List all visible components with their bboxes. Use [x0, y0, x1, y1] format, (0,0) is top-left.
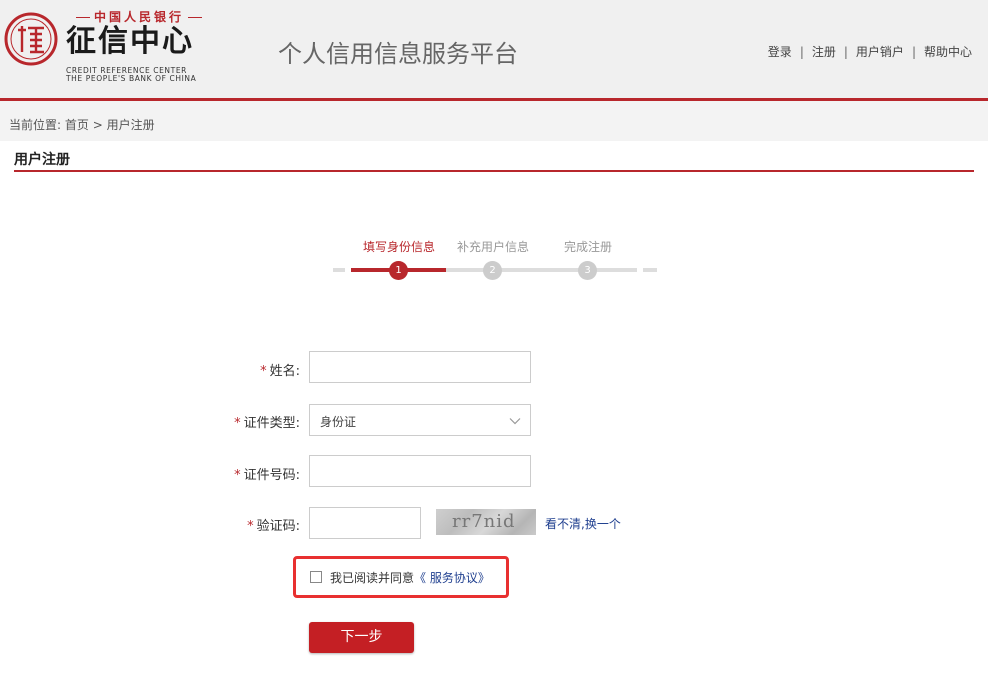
top-nav: 登录 | 注册 | 用户销户 | 帮助中心: [768, 43, 972, 60]
platform-title: 个人信用信息服务平台: [278, 40, 518, 68]
service-agreement-link[interactable]: 《 服务协议》: [414, 571, 490, 585]
breadcrumb: 当前位置: 首页 > 用户注册: [9, 116, 155, 133]
step-2-dot: 2: [483, 261, 502, 280]
captcha-image[interactable]: rr7nid: [436, 509, 536, 535]
agreement-checkbox[interactable]: [310, 571, 322, 583]
step-1-dot: 1: [389, 261, 408, 280]
captcha-label: * 验证码:: [190, 515, 300, 534]
nav-help-link[interactable]: 帮助中心: [924, 43, 972, 60]
nav-login-link[interactable]: 登录: [768, 43, 792, 60]
id-number-label: * 证件号码:: [190, 464, 300, 483]
progress-steps: 填写身份信息 补充用户信息 完成注册 1 2 3: [333, 238, 657, 282]
page: 中国人民银行 征信中心 CREDIT REFERENCE CENTER THE …: [0, 0, 988, 680]
progress-bar-right-end: [643, 268, 657, 272]
name-input[interactable]: [309, 351, 531, 383]
agreement-label: 我已阅读并同意: [330, 571, 415, 585]
id-number-input[interactable]: [309, 455, 531, 487]
brand-logo: 中国人民银行 征信中心 CREDIT REFERENCE CENTER THE …: [64, 8, 214, 88]
agreement-text: 我已阅读并同意《 服务协议》: [330, 569, 490, 586]
required-mark: *: [260, 364, 267, 379]
captcha-refresh: 看不清,换一个: [545, 515, 621, 532]
step-2-label: 补充用户信息: [456, 240, 529, 254]
seal-logo-icon: [4, 12, 58, 66]
id-type-label: * 证件类型:: [190, 412, 300, 431]
progress-bar-remaining: [446, 268, 637, 272]
captcha-refresh-link[interactable]: 换一个: [585, 517, 621, 531]
breadcrumb-home-link[interactable]: 首页: [65, 118, 89, 132]
required-mark: *: [234, 416, 241, 431]
step-3-dot: 3: [578, 261, 597, 280]
required-mark: *: [247, 519, 254, 534]
nav-separator: |: [911, 45, 916, 59]
chevron-down-icon: [509, 418, 521, 425]
captcha-unclear-link[interactable]: 看不清,: [545, 517, 585, 531]
id-type-selected-value: 身份证: [320, 415, 357, 429]
required-mark: *: [234, 468, 241, 483]
step-3-label: 完成注册: [563, 240, 612, 254]
nav-cancel-account-link[interactable]: 用户销户: [856, 43, 904, 60]
nav-separator: |: [799, 45, 804, 59]
id-type-label-text: 证件类型:: [243, 416, 300, 431]
id-type-select[interactable]: 身份证: [309, 404, 531, 436]
next-step-button[interactable]: 下一步: [309, 622, 414, 653]
breadcrumb-prefix: 当前位置:: [9, 118, 62, 132]
section-divider: [14, 170, 974, 172]
brand-main-text: 征信中心: [66, 24, 194, 59]
captcha-code: rr7nid: [452, 511, 516, 532]
section-title: 用户注册: [14, 152, 70, 168]
nav-register-link[interactable]: 注册: [812, 43, 836, 60]
step-1-label: 填写身份信息: [362, 240, 435, 254]
breadcrumb-separator: >: [92, 118, 103, 132]
breadcrumb-current: 用户注册: [106, 118, 155, 132]
captcha-input[interactable]: [309, 507, 421, 539]
nav-separator: |: [843, 45, 848, 59]
brand-en-line2: THE PEOPLE'S BANK OF CHINA: [66, 74, 197, 83]
name-label: * 姓名:: [190, 360, 300, 379]
captcha-label-text: 验证码:: [256, 519, 300, 534]
header: 中国人民银行 征信中心 CREDIT REFERENCE CENTER THE …: [0, 0, 988, 100]
id-number-label-text: 证件号码:: [243, 468, 300, 483]
progress-bar-left-end: [333, 268, 345, 272]
name-label-text: 姓名:: [269, 364, 300, 379]
